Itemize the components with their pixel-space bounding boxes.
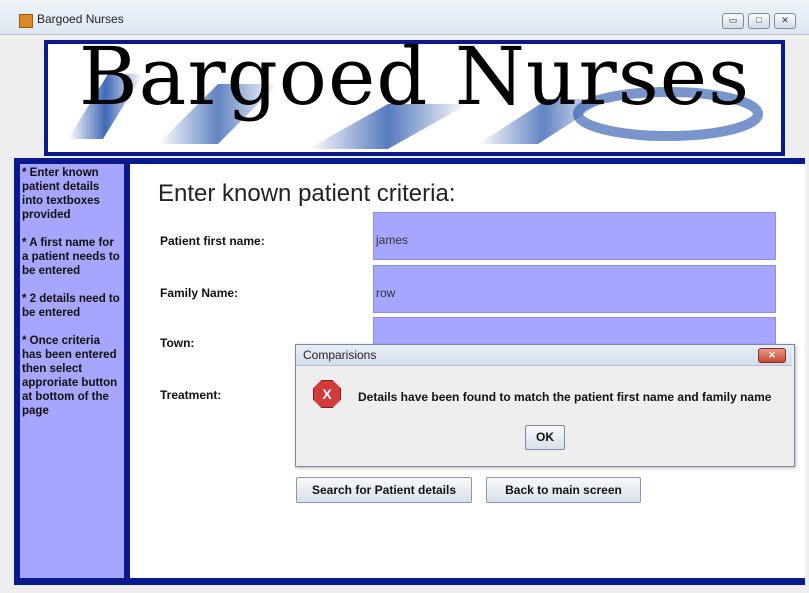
instruction-line: * 2 details need to be entered	[22, 293, 120, 319]
window-title: Bargoed Nurses	[37, 12, 124, 26]
search-patient-button[interactable]: Search for Patient details	[296, 477, 472, 503]
family-name-label: Family Name:	[160, 286, 239, 300]
banner: Bargoed Nurses	[44, 40, 785, 156]
first-name-label: Patient first name:	[160, 234, 265, 248]
dialog-title: Comparisions	[303, 348, 377, 362]
comparisons-dialog: Comparisions ✕ X Details have been found…	[295, 344, 795, 467]
dialog-message: Details have been found to match the pat…	[358, 390, 772, 404]
maximize-button[interactable]: □	[748, 13, 770, 29]
app-window: Bargoed Nurses ▭ □ ✕ Bargoed Nurses * En…	[0, 0, 809, 593]
minimize-button[interactable]: ▭	[722, 13, 744, 29]
page-title: Enter known patient criteria:	[158, 180, 456, 207]
treatment-label: Treatment:	[160, 388, 222, 402]
first-name-field[interactable]: james	[373, 212, 776, 260]
java-app-icon	[19, 14, 33, 28]
family-name-field[interactable]: row	[373, 265, 776, 313]
instruction-line: * A first name for a patient needs to be…	[22, 237, 120, 277]
dialog-titlebar[interactable]: Comparisions ✕	[296, 345, 792, 366]
error-icon: X	[313, 380, 341, 408]
dialog-close-button[interactable]: ✕	[758, 348, 786, 363]
window-titlebar[interactable]: Bargoed Nurses ▭ □ ✕	[0, 0, 809, 35]
instruction-line: * Once criteria has been entered then se…	[22, 335, 118, 417]
instruction-line: * Enter known patient details into textb…	[22, 167, 100, 221]
instructions-sidebar: * Enter known patient details into textb…	[20, 164, 124, 578]
close-window-button[interactable]: ✕	[774, 13, 796, 29]
back-to-main-button[interactable]: Back to main screen	[486, 477, 641, 503]
town-label: Town:	[160, 336, 195, 350]
ok-button[interactable]: OK	[525, 425, 565, 450]
banner-title: Bargoed Nurses	[78, 40, 751, 123]
